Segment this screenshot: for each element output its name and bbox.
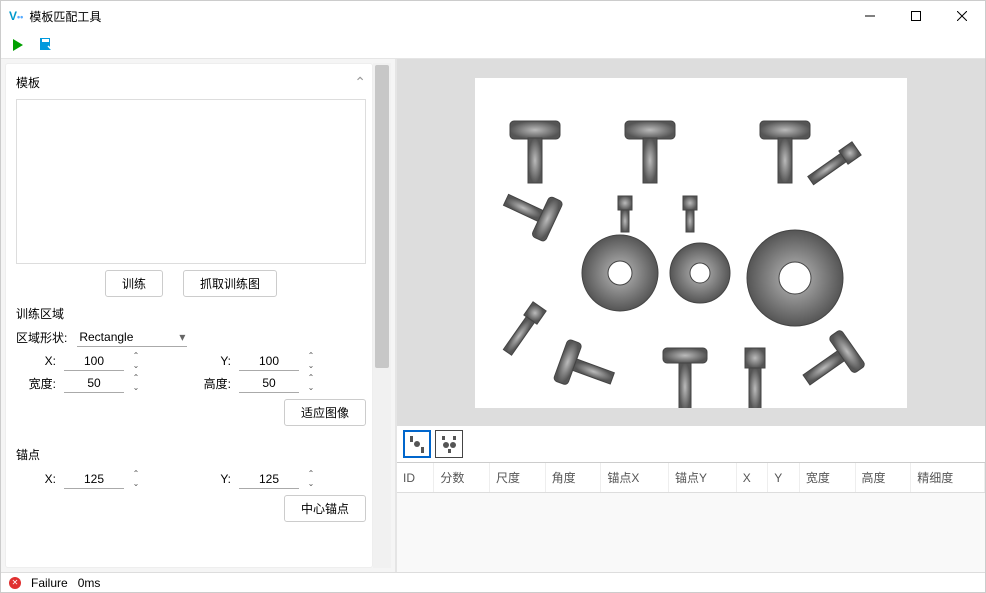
- maximize-button[interactable]: [893, 1, 939, 31]
- settings-scrollbar[interactable]: [373, 63, 391, 568]
- results-col-角度[interactable]: 角度: [545, 463, 601, 493]
- fit-image-button[interactable]: 适应图像: [284, 399, 366, 426]
- anchor-x-input[interactable]: [64, 470, 124, 489]
- x-label: X:: [16, 354, 64, 368]
- region-h-up[interactable]: ⌃: [303, 373, 319, 383]
- thumbnail-1[interactable]: [403, 430, 431, 458]
- region-y-input[interactable]: [239, 352, 299, 371]
- anchor-y-up[interactable]: ⌃: [303, 469, 319, 479]
- template-section-title: 模板: [16, 74, 40, 91]
- thumbnail-2[interactable]: [435, 430, 463, 458]
- anchor-x-down[interactable]: ⌄: [128, 479, 144, 489]
- region-y-down[interactable]: ⌄: [303, 361, 319, 371]
- capture-train-image-button[interactable]: 抓取训练图: [183, 270, 277, 297]
- region-height-input[interactable]: [239, 374, 299, 393]
- status-text: Failure: [31, 576, 68, 590]
- results-col-锚点Y[interactable]: 锚点Y: [669, 463, 737, 493]
- y-label: Y:: [191, 354, 239, 368]
- width-label: 宽度:: [16, 375, 64, 392]
- results-col-锚点X[interactable]: 锚点X: [601, 463, 669, 493]
- status-bar: Failure 0ms: [1, 572, 985, 592]
- image-viewer[interactable]: [397, 59, 985, 426]
- results-col-宽度[interactable]: 宽度: [799, 463, 855, 493]
- results-col-ID[interactable]: ID: [397, 463, 434, 493]
- region-h-down[interactable]: ⌄: [303, 383, 319, 393]
- minimize-button[interactable]: [847, 1, 893, 31]
- results-table[interactable]: ID分数尺度角度锚点X锚点YXY宽度高度精细度: [397, 462, 985, 572]
- collapse-icon[interactable]: ⌃: [354, 74, 366, 91]
- region-x-up[interactable]: ⌃: [128, 351, 144, 361]
- results-col-精细度[interactable]: 精细度: [911, 463, 985, 493]
- results-col-Y[interactable]: Y: [768, 463, 800, 493]
- status-fail-icon: [9, 577, 21, 589]
- app-logo-icon: V••: [9, 9, 23, 23]
- anchor-y-input[interactable]: [239, 470, 299, 489]
- region-w-up[interactable]: ⌃: [128, 373, 144, 383]
- results-col-X[interactable]: X: [736, 463, 768, 493]
- anchor-x-up[interactable]: ⌃: [128, 469, 144, 479]
- region-x-down[interactable]: ⌄: [128, 361, 144, 371]
- center-anchor-button[interactable]: 中心锚点: [284, 495, 366, 522]
- title-bar: V•• 模板匹配工具: [1, 1, 985, 31]
- region-width-input[interactable]: [64, 374, 124, 393]
- results-col-高度[interactable]: 高度: [855, 463, 911, 493]
- train-region-header: 训练区域: [14, 303, 368, 324]
- anchor-section-header[interactable]: 锚点: [14, 442, 368, 467]
- region-y-up[interactable]: ⌃: [303, 351, 319, 361]
- run-button[interactable]: [9, 36, 27, 54]
- settings-panel: 模板 ⌃ 训练 抓取训练图 训练区域 区域形状: Rectangle X: ⌃⌄: [5, 63, 373, 568]
- anchor-section-title: 锚点: [16, 446, 40, 463]
- shape-dropdown[interactable]: Rectangle: [77, 328, 187, 347]
- image-canvas: [475, 78, 907, 408]
- status-time: 0ms: [78, 576, 101, 590]
- anchor-y-label: Y:: [191, 472, 239, 486]
- results-col-尺度[interactable]: 尺度: [490, 463, 546, 493]
- region-x-input[interactable]: [64, 352, 124, 371]
- thumbnail-strip: [397, 426, 985, 462]
- region-w-down[interactable]: ⌄: [128, 383, 144, 393]
- save-button[interactable]: [37, 36, 55, 54]
- window-title: 模板匹配工具: [29, 8, 847, 25]
- toolbar: [1, 31, 985, 59]
- part-icon: [497, 121, 866, 408]
- anchor-x-label: X:: [16, 472, 64, 486]
- shape-label: 区域形状:: [16, 329, 67, 346]
- height-label: 高度:: [191, 375, 239, 392]
- results-col-分数[interactable]: 分数: [434, 463, 490, 493]
- train-button[interactable]: 训练: [105, 270, 163, 297]
- template-section-header[interactable]: 模板 ⌃: [14, 70, 368, 95]
- anchor-y-down[interactable]: ⌄: [303, 479, 319, 489]
- template-preview: [16, 99, 366, 264]
- close-button[interactable]: [939, 1, 985, 31]
